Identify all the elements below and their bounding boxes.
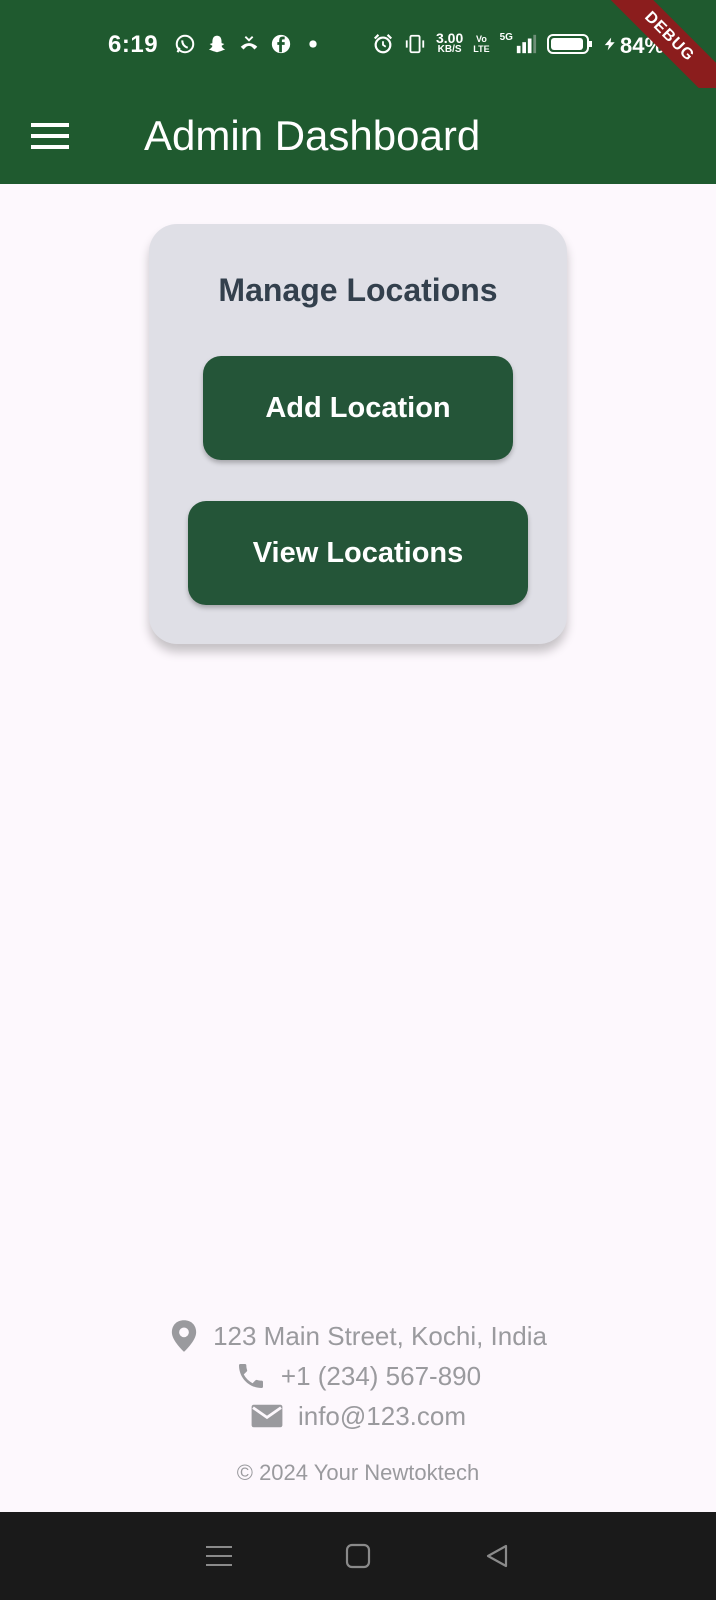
signal-bars-icon — [516, 34, 537, 53]
system-icons: 3.00 KB/S Vo LTE 5G — [372, 31, 617, 55]
status-time: 6:19 — [108, 31, 159, 58]
net-speed-unit: KB/S — [437, 44, 462, 55]
recents-icon — [206, 1546, 233, 1566]
location-pin-icon — [171, 1320, 197, 1352]
footer-phone: +1 (234) 567-890 — [280, 1360, 482, 1391]
back-button[interactable] — [477, 1536, 517, 1576]
battery-icon — [546, 33, 592, 54]
whatsapp-icon — [175, 34, 195, 54]
charging-icon — [604, 37, 615, 50]
footer-email-row: info@123.com — [0, 1396, 716, 1436]
footer-phone-row: +1 (234) 567-890 — [0, 1356, 716, 1396]
view-locations-button[interactable]: View Locations — [188, 501, 528, 605]
vibrate-icon — [405, 34, 425, 53]
app-bar: Admin Dashboard — [0, 88, 716, 184]
page-title: Admin Dashboard — [144, 112, 481, 159]
card-title: Manage Locations — [218, 272, 498, 308]
status-bar: 6:19 3.00 KB/S Vo LTE 5G 84% — [0, 0, 716, 88]
mail-icon — [251, 1404, 283, 1428]
notification-icons — [174, 33, 324, 55]
manage-locations-card: Manage Locations Add Location View Locat… — [149, 224, 567, 644]
menu-button[interactable] — [22, 108, 78, 164]
dot-icon — [309, 40, 317, 48]
recents-button[interactable] — [199, 1536, 239, 1576]
snapchat-icon — [208, 35, 226, 53]
menu-icon — [31, 123, 69, 149]
back-icon — [486, 1544, 507, 1568]
signal-icon: 5G — [499, 31, 537, 55]
net-speed: 3.00 KB/S — [436, 31, 463, 55]
phone-icon — [238, 1364, 263, 1388]
copyright: © 2024 Your Newtoktech — [236, 1460, 480, 1485]
footer-address-row: 123 Main Street, Kochi, India — [0, 1316, 716, 1356]
alarm-icon — [373, 33, 393, 53]
facebook-icon — [271, 34, 291, 54]
volte-bottom: LTE — [473, 43, 490, 54]
volte-top: Vo — [476, 33, 487, 44]
footer: 123 Main Street, Kochi, India +1 (234) 5… — [0, 1316, 716, 1436]
add-location-button[interactable]: Add Location — [203, 356, 513, 460]
volte-indicator: Vo LTE — [473, 34, 489, 54]
home-icon — [345, 1543, 371, 1569]
footer-address: 123 Main Street, Kochi, India — [213, 1320, 547, 1351]
network-type: 5G — [499, 31, 513, 43]
system-nav-bar — [0, 1512, 716, 1600]
home-button[interactable] — [338, 1536, 378, 1576]
footer-email: info@123.com — [297, 1400, 467, 1431]
missed-call-icon — [240, 36, 258, 50]
